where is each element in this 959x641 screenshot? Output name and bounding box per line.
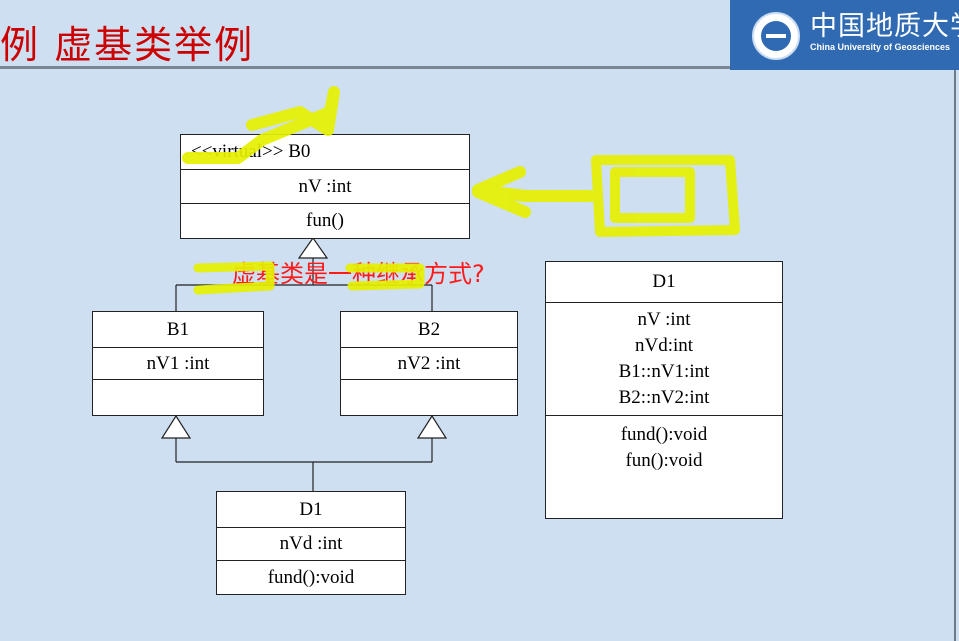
highlighter-annotations xyxy=(182,86,740,295)
highlight-stroke-arrow xyxy=(472,166,596,218)
highlight-stroke-virtual xyxy=(182,86,340,164)
highlight-stroke-b2 xyxy=(345,263,425,291)
highlight-stroke-b1 xyxy=(193,261,275,295)
highlight-stroke-box xyxy=(591,155,740,237)
